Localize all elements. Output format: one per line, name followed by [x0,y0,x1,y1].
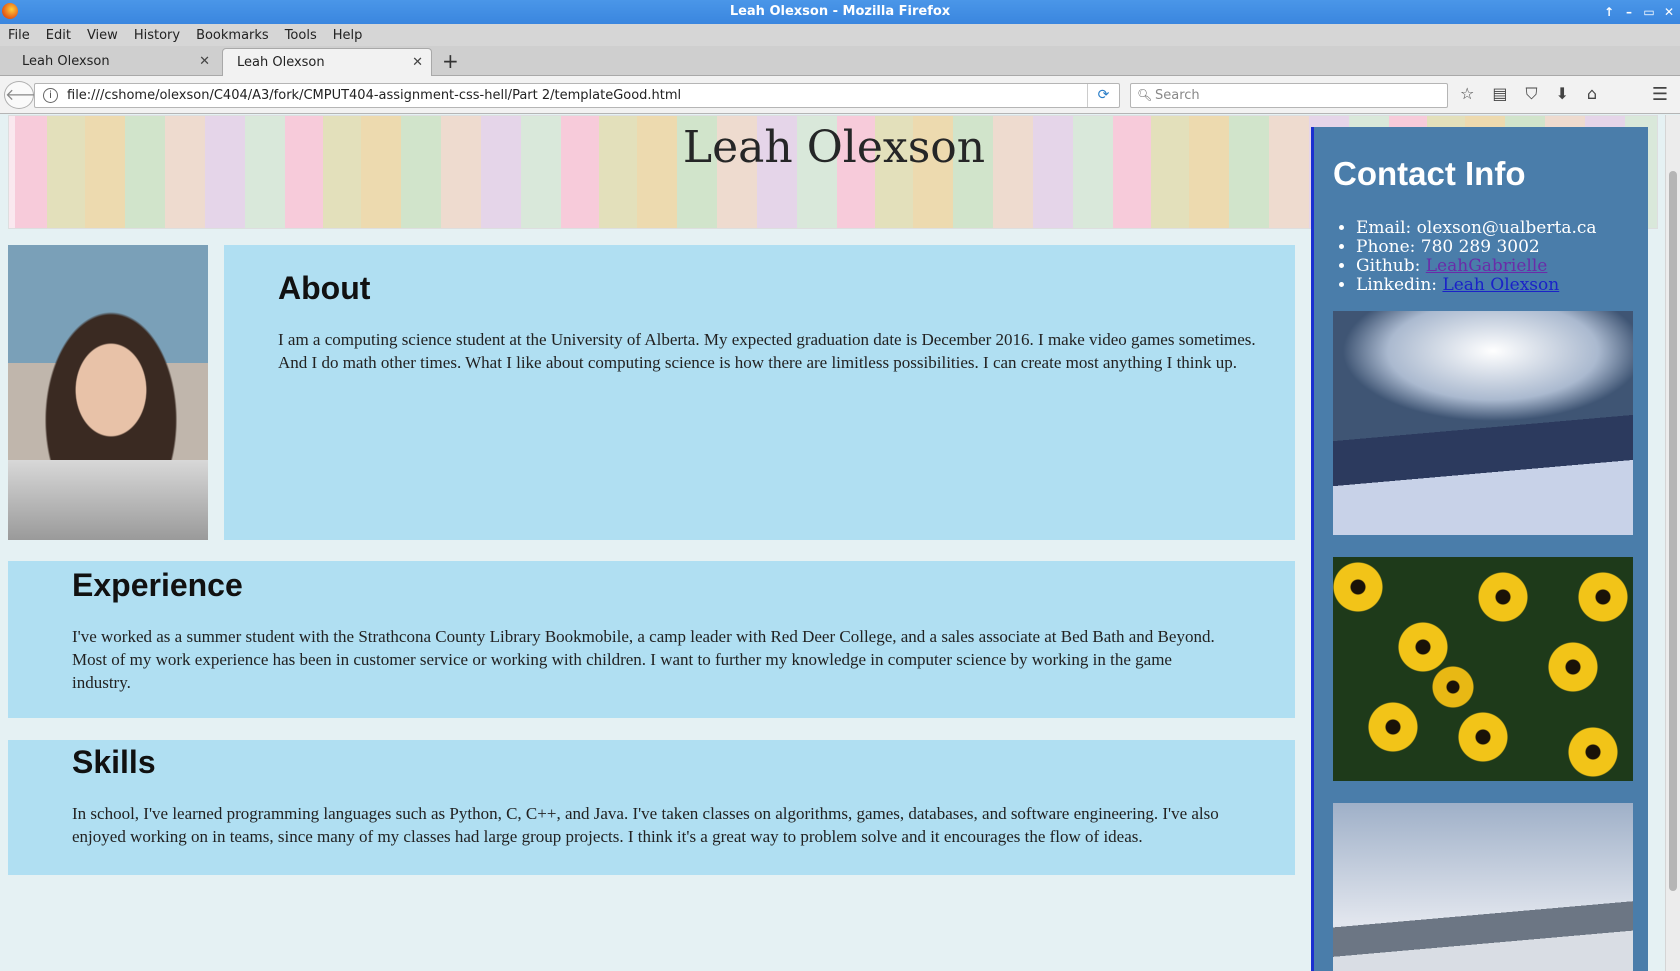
firefox-logo-icon [2,3,18,19]
skills-section: Skills In school, I've learned programmi… [8,740,1295,875]
reload-icon[interactable]: ⟳ [1087,84,1119,107]
menu-help[interactable]: Help [325,28,371,43]
menu-bookmarks[interactable]: Bookmarks [188,28,277,43]
reading-list-icon[interactable]: ▤ [1492,84,1507,104]
contact-email: Email: olexson@ualberta.ca [1356,219,1597,238]
skills-text: In school, I've learned programming lang… [72,804,1219,846]
contact-sidebar: Contact Info Email: olexson@ualberta.ca … [1311,127,1648,971]
phone-value: 780 289 3002 [1420,237,1540,257]
about-heading: About [278,270,371,306]
new-tab-button[interactable]: + [442,48,459,74]
about-text: I am a computing science student at the … [278,330,1256,372]
menu-tools[interactable]: Tools [277,28,325,43]
window-controls: ↑ – ▭ ✕ [1602,0,1676,24]
close-tab-icon[interactable]: ✕ [412,49,423,77]
back-button[interactable]: 🡐 [4,81,48,109]
close-tab-icon[interactable]: ✕ [199,48,210,76]
menu-history[interactable]: History [126,28,188,43]
search-placeholder: Search [1155,88,1200,103]
menu-view[interactable]: View [79,28,126,43]
downloads-icon[interactable]: ⬇ [1555,84,1568,104]
url-text: file:///cshome/olexson/C404/A3/fork/CMPU… [67,88,682,103]
bookmark-star-icon[interactable]: ☆ [1460,84,1474,104]
toolbar-icons: ☆ ▤ ⛉ ⬇ ⌂ [1460,84,1597,104]
mountain-photo [1333,311,1633,535]
profile-photo-shirt [8,460,208,540]
page-viewport: Leah Olexson About I am a computing scie… [0,115,1680,971]
experience-heading: Experience [72,567,243,603]
scrollbar-thumb[interactable] [1669,171,1677,891]
menu-edit[interactable]: Edit [38,28,79,43]
linkedin-link[interactable]: Leah Olexson [1442,275,1559,295]
contact-github: Github: LeahGabrielle [1356,257,1597,276]
tab-label: Leah Olexson [237,55,325,70]
flowers-photo [1333,557,1633,781]
pocket-icon[interactable]: ⛉ [1525,84,1537,104]
navigation-toolbar: 🡐 i file:///cshome/olexson/C404/A3/fork/… [0,76,1680,114]
window-title: Leah Olexson - Mozilla Firefox [729,4,951,19]
contact-list: Email: olexson@ualberta.ca Phone: 780 28… [1356,219,1597,295]
email-value: olexson@ualberta.ca [1416,218,1597,238]
search-icon: 🔍︎ [1137,88,1153,102]
home-icon[interactable]: ⌂ [1587,84,1597,104]
tab-strip: Leah Olexson ✕ Leah Olexson ✕ + [0,46,1680,76]
close-window-icon[interactable]: ✕ [1662,0,1676,24]
minimize-icon[interactable]: – [1622,0,1636,24]
mountain-landscape-photo [1333,803,1633,971]
menu-hamburger-icon[interactable]: ☰ [1652,84,1668,105]
search-input[interactable]: 🔍︎ Search [1130,83,1448,108]
contact-linkedin: Linkedin: Leah Olexson [1356,276,1597,295]
skills-heading: Skills [72,744,156,780]
menubar: File Edit View History Bookmarks Tools H… [0,24,1680,46]
menu-file[interactable]: File [0,28,38,43]
maximize-icon[interactable]: ▭ [1642,0,1656,24]
window-titlebar: Leah Olexson - Mozilla Firefox ↑ – ▭ ✕ [0,0,1680,24]
tab-1[interactable]: Leah Olexson ✕ [8,48,218,76]
github-link[interactable]: LeahGabrielle [1426,256,1548,276]
about-section: About I am a computing science student a… [224,245,1295,540]
window-up-icon[interactable]: ↑ [1602,0,1616,24]
contact-phone: Phone: 780 289 3002 [1356,238,1597,257]
url-bar[interactable]: i file:///cshome/olexson/C404/A3/fork/CM… [34,83,1120,108]
tab-2-active[interactable]: Leah Olexson ✕ [222,48,432,76]
tab-label: Leah Olexson [22,54,110,69]
site-info-icon[interactable]: i [43,88,58,103]
experience-text: I've worked as a summer student with the… [72,627,1215,692]
page-scrollbar[interactable] [1665,115,1680,971]
contact-heading: Contact Info [1333,155,1526,192]
experience-section: Experience I've worked as a summer stude… [8,561,1295,718]
